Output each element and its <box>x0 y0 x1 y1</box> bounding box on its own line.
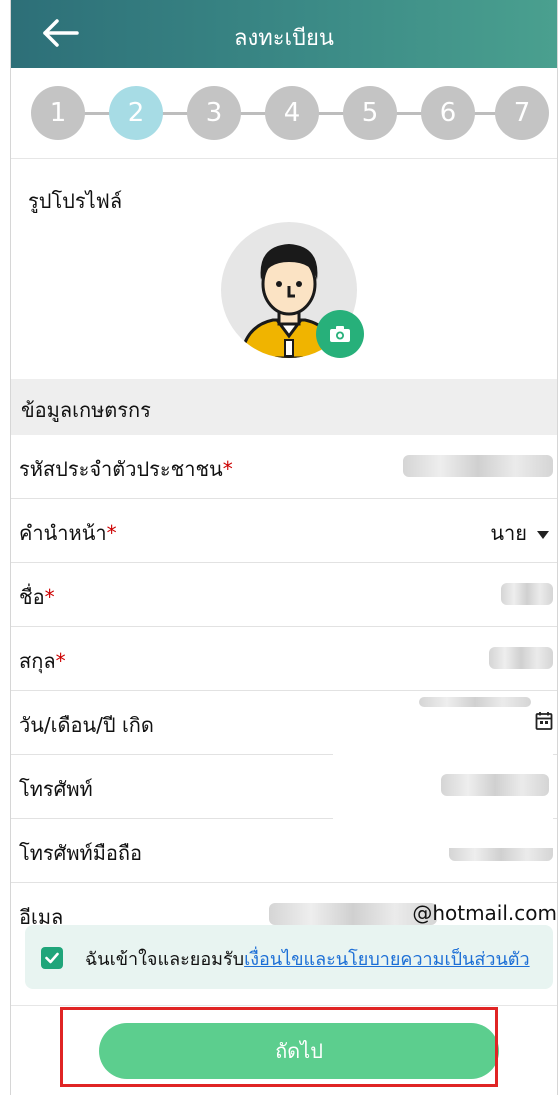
id-label: รหัสประจำตัวประชาชน* <box>19 457 233 481</box>
last-name-label: สกุล* <box>19 649 66 673</box>
privacy-policy-link[interactable]: เงื่อนไขและนโยบายความเป็นส่วนตัว <box>244 949 530 970</box>
step-2: 2 <box>109 86 163 140</box>
page-title: ลงทะเบียน <box>234 26 334 51</box>
step-1: 1 <box>31 86 85 140</box>
step-6: 6 <box>421 86 475 140</box>
app-screen: ลงทะเบียน 1 2 3 4 5 6 7 รูปโปรไฟล์ ข้อมู… <box>10 0 558 1095</box>
divider <box>11 1005 557 1006</box>
step-7: 7 <box>495 86 549 140</box>
section-title: ข้อมูลเกษตรกร <box>21 398 151 422</box>
check-icon <box>45 952 59 964</box>
title-value[interactable]: นาย <box>490 517 549 549</box>
title-select[interactable]: คำนำหน้า* นาย <box>11 499 557 563</box>
first-name-label: ชื่อ* <box>19 585 55 609</box>
profile-label: รูปโปรไฟล์ <box>28 189 123 213</box>
step-5: 5 <box>343 86 397 140</box>
chevron-down-icon <box>537 530 549 539</box>
redacted-value <box>441 774 549 796</box>
consent-text: ฉันเข้าใจและยอมรับเงื่อนไขและนโยบายความเ… <box>85 949 530 970</box>
camera-icon[interactable] <box>316 310 364 358</box>
section-header: ข้อมูลเกษตรกร <box>11 379 557 435</box>
redacted-value <box>419 697 531 707</box>
step-3: 3 <box>187 86 241 140</box>
consent-box: ฉันเข้าใจและยอมรับเงื่อนไขและนโยบายความเ… <box>25 925 553 989</box>
mobile-label: โทรศัพท์มือถือ <box>19 841 143 865</box>
step-indicator: 1 2 3 4 5 6 7 <box>11 68 557 159</box>
email-domain: @hotmail.com <box>412 901 557 925</box>
step-4: 4 <box>265 86 319 140</box>
redacted-value <box>403 455 553 477</box>
last-name-field[interactable]: สกุล* <box>11 627 557 691</box>
highlight-box <box>60 1007 498 1087</box>
first-name-field[interactable]: ชื่อ* <box>11 563 557 627</box>
redacted-value <box>501 583 553 605</box>
title-label: คำนำหน้า* <box>19 521 117 545</box>
consent-checkbox[interactable] <box>41 947 63 969</box>
redaction-box <box>333 730 553 848</box>
header-bar: ลงทะเบียน <box>11 0 557 68</box>
dob-label: วัน/เดือน/ปี เกิด <box>19 713 154 737</box>
redacted-value <box>489 647 553 669</box>
phone-label: โทรศัพท์ <box>19 777 93 801</box>
id-field[interactable]: รหัสประจำตัวประชาชน* <box>11 435 557 499</box>
